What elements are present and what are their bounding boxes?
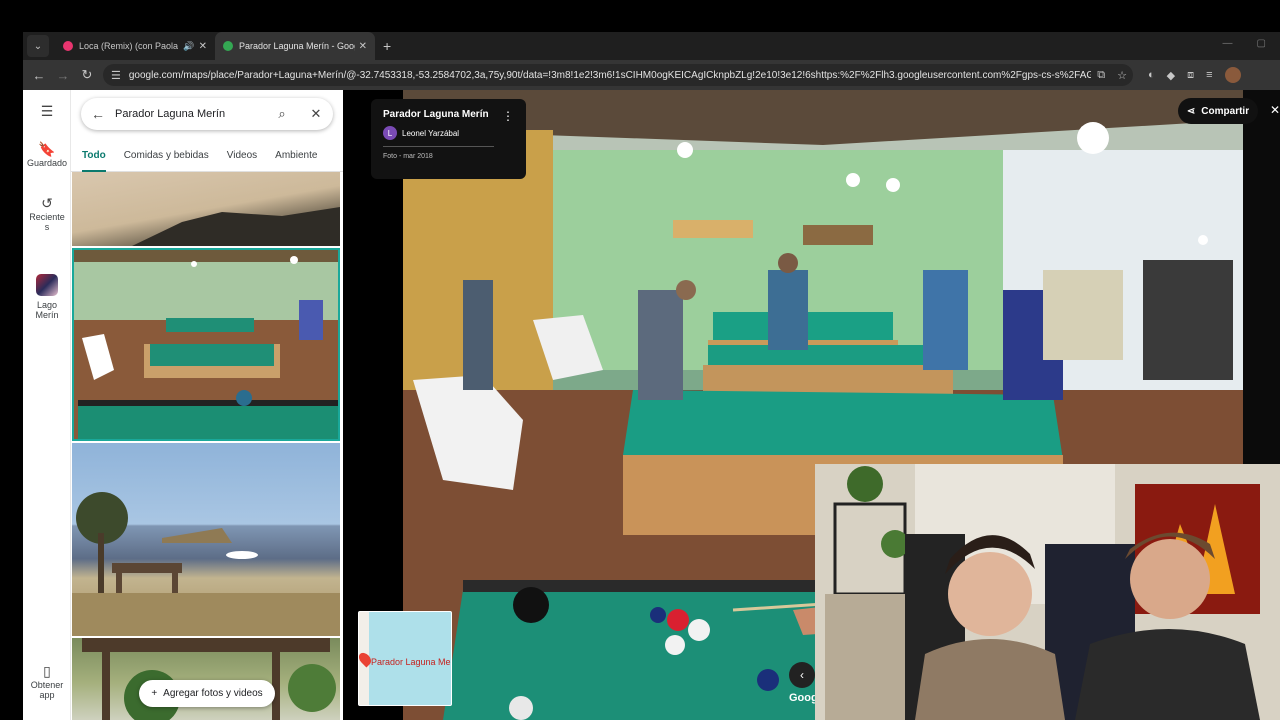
author-name: Leonel Yarzábal	[402, 128, 460, 138]
divider	[383, 146, 494, 147]
reload-icon[interactable]: ↻	[75, 67, 99, 83]
search-icon[interactable]: ⌕	[265, 106, 299, 122]
author-avatar: L	[383, 126, 397, 140]
rail-lago-merin[interactable]: Lago Merín	[23, 274, 71, 320]
more-options-icon[interactable]: ⋮	[502, 109, 514, 123]
rail-lago-label: Lago Merín	[35, 300, 59, 320]
forward-icon[interactable]: →	[51, 68, 75, 83]
tab-maps[interactable]: Parador Laguna Merín - Google Maps ✕	[215, 32, 375, 60]
extensions-puzzle-icon[interactable]: ⧈	[1187, 69, 1194, 82]
lago-merin-thumbnail	[36, 274, 58, 296]
tab-todo[interactable]: Todo	[82, 142, 106, 172]
share-button[interactable]: ⋖ Compartir	[1178, 98, 1258, 124]
tab-search-icon[interactable]: ⌄	[27, 35, 49, 57]
install-icon[interactable]: ⧉	[1097, 69, 1105, 82]
bookmark-icon: 🔖	[38, 141, 56, 157]
place-photos-panel: ← Parador Laguna Merín ⌕ ✕ Todo Comidas …	[71, 90, 343, 720]
webcam-overlay	[815, 464, 1280, 720]
photo-date: Foto - mar 2018	[383, 153, 433, 160]
share-icon: ⋖	[1186, 105, 1196, 117]
previous-photo-button[interactable]: ‹	[789, 662, 815, 688]
history-icon: ↺	[41, 195, 53, 211]
phone-icon: ▯	[43, 663, 51, 679]
close-icon[interactable]: ✕	[299, 106, 333, 122]
menu-icon[interactable]: ☰	[23, 104, 71, 120]
minimize-icon[interactable]: —	[1223, 38, 1233, 49]
tab-music[interactable]: Loca (Remix) (con Paola Jara) 🔊 ✕	[55, 32, 215, 60]
url-text: google.com/maps/place/Parador+Laguna+Mer…	[128, 69, 1092, 81]
extensions-area: ◐ ◆ ⧈ ≡	[1148, 67, 1241, 83]
rail-recents-label: Reciente s	[29, 212, 65, 232]
extension-icon[interactable]: ◆	[1167, 69, 1175, 82]
photo-place-title[interactable]: Parador Laguna Merín	[383, 109, 514, 120]
tab-title: Loca (Remix) (con Paola Jara)	[79, 41, 179, 51]
site-info-icon[interactable]: ☰	[111, 69, 121, 82]
address-bar[interactable]: ☰ google.com/maps/place/Parador+Laguna+M…	[103, 64, 1133, 86]
tab-videos[interactable]: Videos	[227, 142, 257, 171]
bookmark-star-icon[interactable]: ☆	[1117, 69, 1127, 82]
back-icon[interactable]: ←	[27, 68, 51, 83]
photo-thumbnail-billiards[interactable]	[72, 248, 340, 441]
youtube-music-icon	[63, 41, 73, 51]
rail-recents[interactable]: ↺ Reciente s	[23, 195, 71, 232]
share-label: Compartir	[1201, 105, 1250, 117]
photo-info-card: Parador Laguna Merín L Leonel Yarzábal F…	[371, 99, 526, 179]
reading-list-icon[interactable]: ≡	[1206, 69, 1212, 81]
rail-get-app[interactable]: ▯ Obtener app	[23, 663, 71, 700]
tab-ambiente[interactable]: Ambiente	[275, 142, 317, 171]
screen-top-band	[0, 0, 1280, 32]
maps-pin-icon	[223, 41, 233, 51]
extension-icon[interactable]: ◐	[1148, 69, 1155, 81]
search-input[interactable]: Parador Laguna Merín	[115, 108, 265, 120]
speaker-icon[interactable]: 🔊	[183, 41, 194, 52]
add-photos-label: Agregar fotos y videos	[163, 688, 263, 699]
rail-saved[interactable]: 🔖 Guardado	[23, 141, 71, 168]
window-controls: — ▢	[1223, 38, 1266, 49]
google-watermark: Goog	[789, 692, 818, 704]
add-photos-button[interactable]: + Agregar fotos y videos	[139, 680, 275, 707]
photo-thumbnail-beach[interactable]	[72, 443, 340, 636]
tab-comidas[interactable]: Comidas y bebidas	[124, 142, 209, 171]
plus-icon: +	[151, 688, 158, 699]
maps-left-rail: ☰ 🔖 Guardado ↺ Reciente s Lago Merín ▯ O…	[23, 90, 71, 720]
photo-category-tabs: Todo Comidas y bebidas Videos Ambiente	[71, 142, 343, 172]
close-viewer-icon[interactable]: ✕	[1270, 103, 1280, 117]
minimap-label: Parador Laguna Me	[371, 657, 451, 667]
rail-saved-label: Guardado	[26, 158, 68, 168]
rail-get-app-label: Obtener app	[30, 680, 64, 700]
tab-title: Parador Laguna Merín - Google Maps	[239, 41, 355, 51]
search-box[interactable]: ← Parador Laguna Merín ⌕ ✕	[81, 98, 333, 130]
close-tab-icon[interactable]: ✕	[359, 41, 367, 52]
photo-thumbnail-sand[interactable]	[72, 172, 340, 246]
mini-map[interactable]: Parador Laguna Me	[358, 611, 452, 706]
maximize-icon[interactable]: ▢	[1257, 38, 1266, 49]
new-tab-icon[interactable]: +	[383, 38, 391, 54]
browser-tab-bar: ⌄ Loca (Remix) (con Paola Jara) 🔊 ✕ Para…	[23, 32, 1280, 60]
photo-author[interactable]: L Leonel Yarzábal	[383, 126, 514, 140]
profile-avatar[interactable]	[1224, 67, 1241, 83]
browser-toolbar: ← → ↻ ☰ google.com/maps/place/Parador+La…	[23, 60, 1280, 90]
back-arrow-icon[interactable]: ←	[81, 106, 115, 122]
photo-thumbnail-trees[interactable]	[72, 638, 340, 720]
screen-left-band	[0, 32, 23, 720]
close-tab-icon[interactable]: ✕	[199, 41, 207, 52]
